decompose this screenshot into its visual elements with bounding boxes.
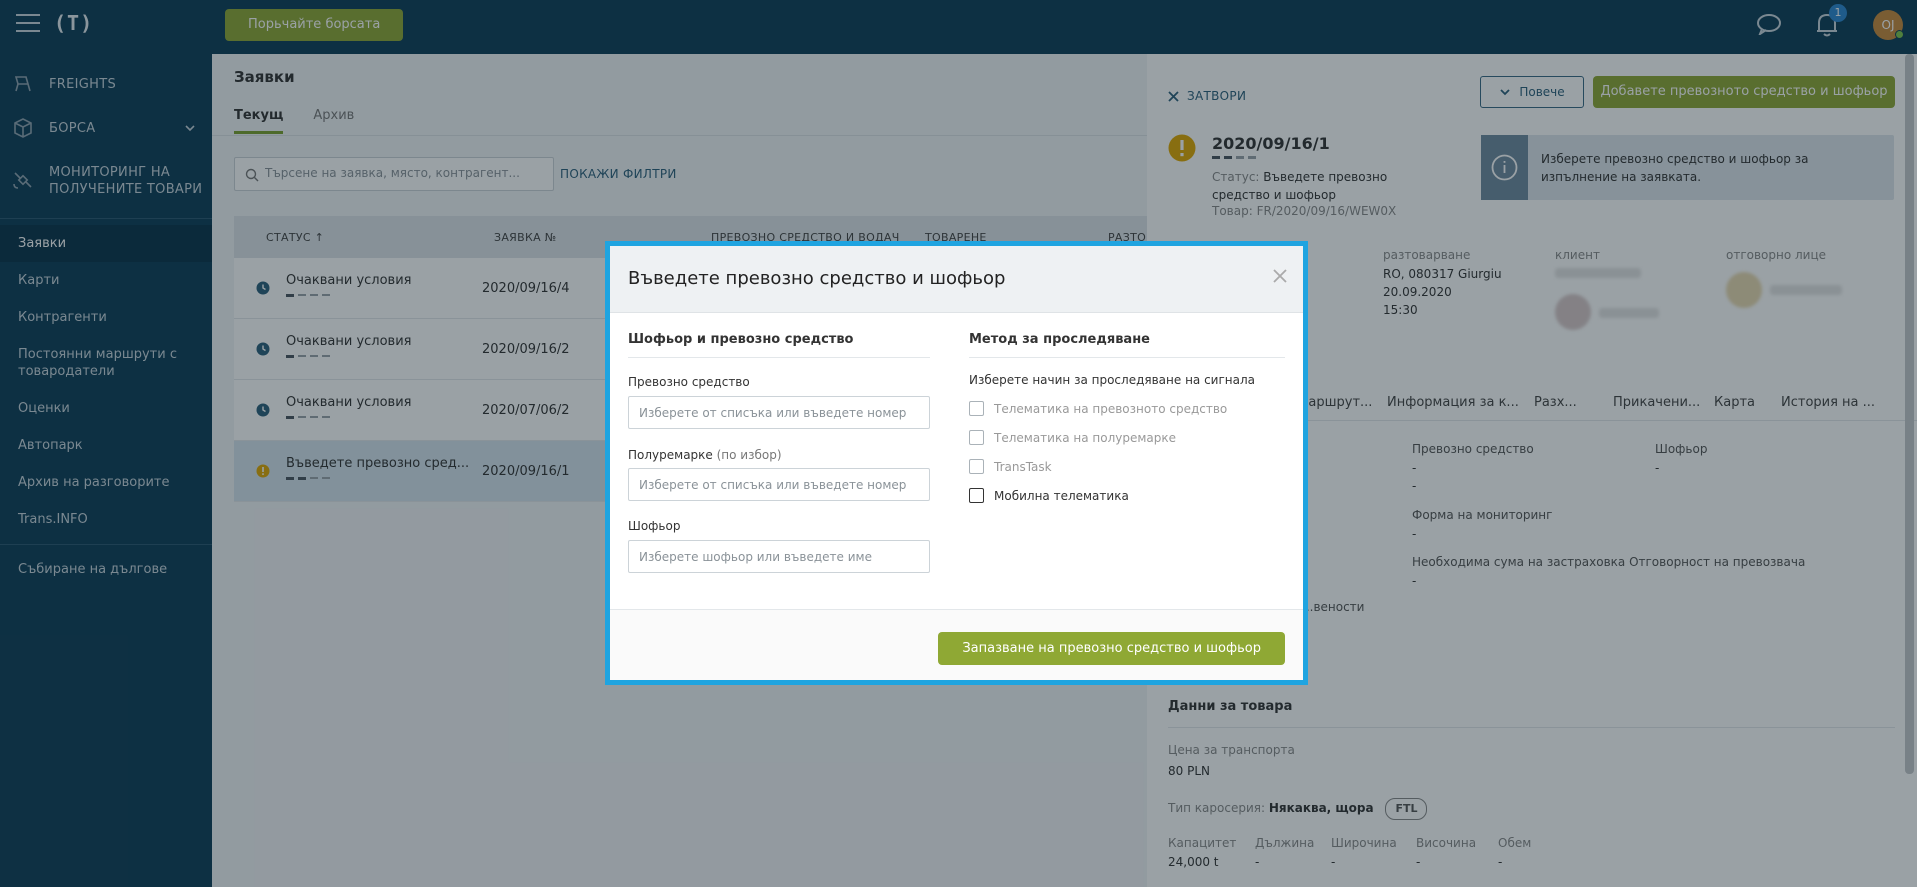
modal-close-button[interactable] xyxy=(1273,264,1287,289)
trailer-field xyxy=(628,468,930,501)
checkbox-label: Телематика на превозното средство xyxy=(994,401,1228,416)
tracking-option-mobile-telematics[interactable]: Мобилна телематика xyxy=(969,488,1129,503)
checkbox-label: Телематика на полуремарке xyxy=(994,430,1177,445)
checkbox[interactable] xyxy=(969,430,984,445)
vehicle-input[interactable] xyxy=(639,397,919,428)
trailer-optional-label: (по избор) xyxy=(716,448,782,462)
checkbox-label: Мобилна телематика xyxy=(994,488,1129,503)
section-divider xyxy=(628,357,930,358)
driver-input[interactable] xyxy=(639,541,919,572)
modal-footer: Запазване на превозно средство и шофьор xyxy=(610,609,1303,680)
tracking-option-trailer-telematics[interactable]: Телематика на полуремарке xyxy=(969,430,1176,445)
checkbox[interactable] xyxy=(969,488,984,503)
tracking-option-vehicle-telematics[interactable]: Телематика на превозното средство xyxy=(969,401,1227,416)
vehicle-field-label: Превозно средство xyxy=(628,375,750,389)
modal-header: Въведете превозно средство и шофьор xyxy=(610,246,1303,313)
trailer-label: Полуремарке xyxy=(628,448,713,462)
close-icon xyxy=(1273,269,1287,283)
driver-vehicle-section-title: Шофьор и превозно средство xyxy=(628,332,854,347)
tracking-subtitle: Изберете начин за проследяване на сигнал… xyxy=(969,373,1256,387)
checkbox[interactable] xyxy=(969,459,984,474)
driver-field-label: Шофьор xyxy=(628,519,681,533)
checkbox[interactable] xyxy=(969,401,984,416)
vehicle-driver-modal: Въведете превозно средство и шофьор Шофь… xyxy=(605,241,1308,685)
trailer-input[interactable] xyxy=(639,469,919,500)
tracking-section-title: Метод за проследяване xyxy=(969,332,1151,347)
section-divider xyxy=(969,357,1285,358)
vehicle-field xyxy=(628,396,930,429)
trailer-field-label: Полуремарке (по избор) xyxy=(628,448,782,462)
save-vehicle-driver-button[interactable]: Запазване на превозно средство и шофьор xyxy=(938,632,1285,665)
driver-field xyxy=(628,540,930,573)
tracking-option-transtask[interactable]: TransTask xyxy=(969,459,1052,474)
checkbox-label: TransTask xyxy=(994,459,1052,474)
modal-title: Въведете превозно средство и шофьор xyxy=(628,268,1006,289)
